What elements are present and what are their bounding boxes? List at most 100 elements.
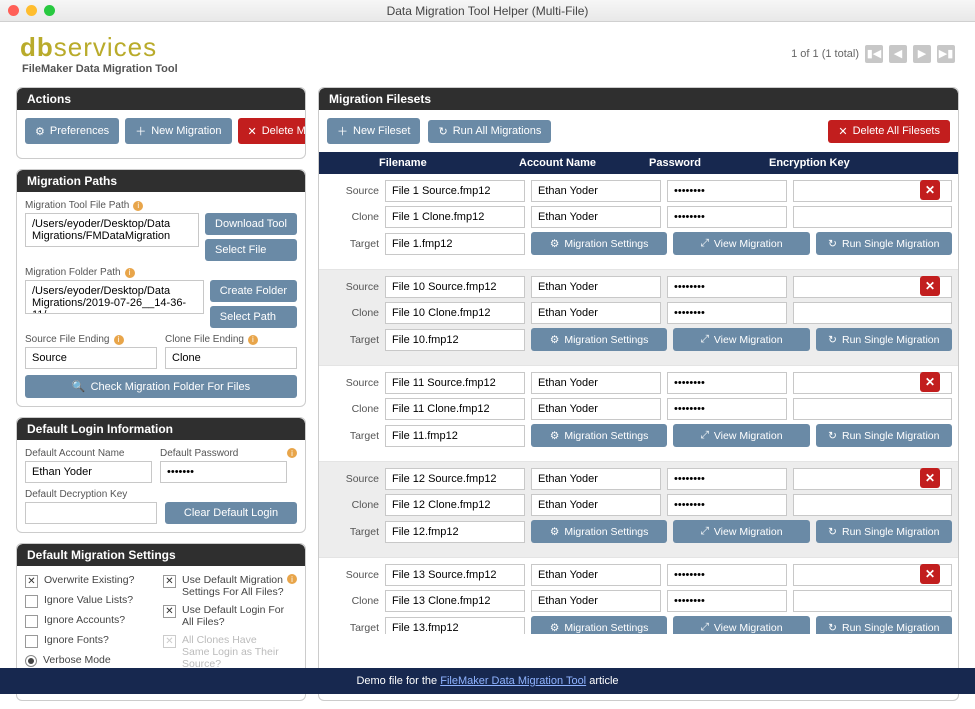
clone-filename-input[interactable] bbox=[385, 494, 525, 516]
ignore-fonts-checkbox[interactable] bbox=[25, 635, 38, 648]
delete-migration-button[interactable]: ✕Delete Migration bbox=[238, 118, 307, 144]
delete-fileset-button[interactable]: ✕ bbox=[920, 180, 940, 200]
info-icon[interactable]: i bbox=[133, 201, 143, 211]
source-password-input[interactable] bbox=[667, 372, 787, 394]
target-filename-input[interactable] bbox=[385, 425, 525, 447]
source-account-input[interactable] bbox=[531, 180, 661, 202]
target-filename-input[interactable] bbox=[385, 617, 525, 635]
select-path-button[interactable]: Select Path bbox=[210, 306, 297, 328]
migration-settings-button[interactable]: ⚙ Migration Settings bbox=[531, 616, 667, 634]
run-single-button[interactable]: ↻ Run Single Migration bbox=[816, 424, 952, 447]
view-migration-button[interactable]: ⤢ View Migration bbox=[673, 328, 809, 351]
view-migration-button[interactable]: ⤢ View Migration bbox=[673, 616, 809, 634]
clone-filename-input[interactable] bbox=[385, 590, 525, 612]
info-icon[interactable]: i bbox=[287, 448, 297, 458]
source-ending-input[interactable] bbox=[25, 347, 157, 369]
source-password-input[interactable] bbox=[667, 468, 787, 490]
run-single-button[interactable]: ↻ Run Single Migration bbox=[816, 328, 952, 351]
source-account-input[interactable] bbox=[531, 468, 661, 490]
source-account-input[interactable] bbox=[531, 276, 661, 298]
run-single-button[interactable]: ↻ Run Single Migration bbox=[816, 232, 952, 255]
download-tool-button[interactable]: Download Tool bbox=[205, 213, 297, 235]
info-icon[interactable]: i bbox=[248, 335, 258, 345]
new-migration-button[interactable]: ＋New Migration bbox=[125, 118, 231, 144]
ignore-valuelists-checkbox[interactable] bbox=[25, 595, 38, 608]
migration-settings-button[interactable]: ⚙ Migration Settings bbox=[531, 232, 667, 255]
clone-account-input[interactable] bbox=[531, 494, 661, 516]
delete-fileset-button[interactable]: ✕ bbox=[920, 564, 940, 584]
source-filename-input[interactable] bbox=[385, 468, 525, 490]
clone-password-input[interactable] bbox=[667, 206, 787, 228]
select-file-button[interactable]: Select File bbox=[205, 239, 297, 261]
overwrite-checkbox[interactable]: ✕ bbox=[25, 575, 38, 588]
target-filename-input[interactable] bbox=[385, 521, 525, 543]
first-icon[interactable]: ▮◀ bbox=[865, 45, 883, 63]
source-password-input[interactable] bbox=[667, 180, 787, 202]
clone-password-input[interactable] bbox=[667, 590, 787, 612]
clone-ending-input[interactable] bbox=[165, 347, 297, 369]
last-icon[interactable]: ▶▮ bbox=[937, 45, 955, 63]
source-account-input[interactable] bbox=[531, 372, 661, 394]
clone-password-input[interactable] bbox=[667, 494, 787, 516]
verbose-radio[interactable] bbox=[25, 655, 37, 667]
ignore-accounts-checkbox[interactable] bbox=[25, 615, 38, 628]
new-fileset-button[interactable]: ＋New Fileset bbox=[327, 118, 420, 144]
target-filename-input[interactable] bbox=[385, 329, 525, 351]
source-filename-input[interactable] bbox=[385, 564, 525, 586]
source-filename-input[interactable] bbox=[385, 180, 525, 202]
password-input[interactable] bbox=[160, 461, 287, 483]
clone-account-input[interactable] bbox=[531, 590, 661, 612]
ignore-fonts-label: Ignore Fonts? bbox=[44, 634, 109, 646]
run-all-button[interactable]: ↻Run All Migrations bbox=[428, 120, 551, 143]
source-password-input[interactable] bbox=[667, 564, 787, 586]
clone-encryption-input[interactable] bbox=[793, 398, 952, 420]
clone-account-input[interactable] bbox=[531, 398, 661, 420]
view-migration-button[interactable]: ⤢ View Migration bbox=[673, 232, 809, 255]
migration-settings-button[interactable]: ⚙ Migration Settings bbox=[531, 328, 667, 351]
clone-encryption-input[interactable] bbox=[793, 590, 952, 612]
tool-path-input[interactable]: /Users/eyoder/Desktop/Data Migrations/FM… bbox=[25, 213, 199, 247]
clone-password-input[interactable] bbox=[667, 302, 787, 324]
clone-filename-input[interactable] bbox=[385, 206, 525, 228]
target-filename-input[interactable] bbox=[385, 233, 525, 255]
preferences-button[interactable]: ⚙Preferences bbox=[25, 118, 119, 144]
decrypt-input[interactable] bbox=[25, 502, 157, 524]
migration-settings-button[interactable]: ⚙ Migration Settings bbox=[531, 424, 667, 447]
clone-encryption-input[interactable] bbox=[793, 302, 952, 324]
clone-encryption-input[interactable] bbox=[793, 494, 952, 516]
view-migration-button[interactable]: ⤢ View Migration bbox=[673, 520, 809, 543]
clone-encryption-input[interactable] bbox=[793, 206, 952, 228]
run-single-button[interactable]: ↻ Run Single Migration bbox=[816, 616, 952, 634]
use-default-settings-checkbox[interactable]: ✕ bbox=[163, 575, 176, 588]
info-icon[interactable]: i bbox=[125, 268, 135, 278]
use-default-login-checkbox[interactable]: ✕ bbox=[163, 605, 176, 618]
delete-fileset-button[interactable]: ✕ bbox=[920, 468, 940, 488]
fileset-list[interactable]: ✕ Source Clone Target ⚙ Migration Settin… bbox=[319, 174, 958, 634]
footer-link[interactable]: FileMaker Data Migration Tool bbox=[440, 675, 586, 687]
pager-text: 1 of 1 (1 total) bbox=[791, 48, 859, 60]
source-filename-input[interactable] bbox=[385, 372, 525, 394]
next-icon[interactable]: ▶ bbox=[913, 45, 931, 63]
account-input[interactable] bbox=[25, 461, 152, 483]
clone-password-input[interactable] bbox=[667, 398, 787, 420]
source-filename-input[interactable] bbox=[385, 276, 525, 298]
check-folder-button[interactable]: 🔍Check Migration Folder For Files bbox=[25, 375, 297, 398]
clone-account-input[interactable] bbox=[531, 206, 661, 228]
view-migration-button[interactable]: ⤢ View Migration bbox=[673, 424, 809, 447]
clear-login-button[interactable]: Clear Default Login bbox=[165, 502, 297, 524]
clone-filename-input[interactable] bbox=[385, 398, 525, 420]
delete-fileset-button[interactable]: ✕ bbox=[920, 372, 940, 392]
source-password-input[interactable] bbox=[667, 276, 787, 298]
prev-icon[interactable]: ◀ bbox=[889, 45, 907, 63]
source-account-input[interactable] bbox=[531, 564, 661, 586]
info-icon[interactable]: i bbox=[287, 574, 297, 584]
info-icon[interactable]: i bbox=[114, 335, 124, 345]
delete-fileset-button[interactable]: ✕ bbox=[920, 276, 940, 296]
create-folder-button[interactable]: Create Folder bbox=[210, 280, 297, 302]
migration-settings-button[interactable]: ⚙ Migration Settings bbox=[531, 520, 667, 543]
clone-account-input[interactable] bbox=[531, 302, 661, 324]
delete-all-button[interactable]: ✕Delete All Filesets bbox=[828, 120, 950, 143]
folder-path-input[interactable]: /Users/eyoder/Desktop/Data Migrations/20… bbox=[25, 280, 204, 314]
clone-filename-input[interactable] bbox=[385, 302, 525, 324]
run-single-button[interactable]: ↻ Run Single Migration bbox=[816, 520, 952, 543]
